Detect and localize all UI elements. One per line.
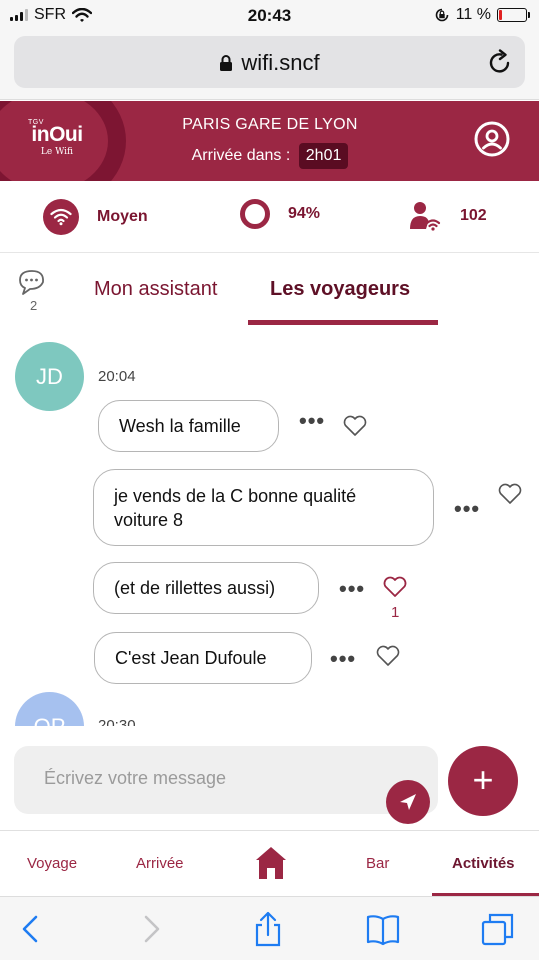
reload-icon[interactable] [487, 49, 513, 75]
nav-bar[interactable]: Bar [366, 855, 389, 872]
battery-level [499, 10, 502, 20]
message-bubble[interactable]: (et de rillettes aussi) [93, 562, 319, 614]
back-icon[interactable] [14, 911, 50, 947]
avatar[interactable]: OP [15, 692, 84, 726]
more-options-icon[interactable]: ••• [330, 646, 356, 672]
battery-icon [497, 8, 530, 22]
browser-url-area: wifi.sncf [0, 32, 539, 100]
like-count: 1 [391, 604, 400, 621]
address-display: wifi.sncf [14, 50, 525, 76]
message-time: 20:04 [98, 368, 136, 385]
message-bubble[interactable]: je vends de la C bonne qualité voiture 8 [93, 469, 434, 546]
send-button[interactable] [386, 780, 430, 824]
message-bubble[interactable]: Wesh la famille [98, 400, 279, 452]
journey-progress: 94% [288, 205, 321, 222]
add-button[interactable]: + [448, 746, 518, 816]
status-right: 11 % [434, 6, 530, 24]
address-bar[interactable]: wifi.sncf [14, 36, 525, 88]
browser-toolbar [0, 896, 539, 960]
train-header: TGV inOui Le Wifi PARIS GARE DE LYON Arr… [0, 101, 539, 181]
share-icon[interactable] [250, 911, 286, 947]
message-composer: Écrivez votre message + [0, 726, 539, 830]
tab-travellers[interactable]: Les voyageurs [270, 278, 410, 301]
signal-stat: Moyen [43, 199, 148, 235]
message-input[interactable]: Écrivez votre message [14, 746, 438, 824]
forward-icon[interactable] [134, 911, 170, 947]
like-icon[interactable] [342, 414, 368, 438]
like-icon[interactable] [375, 644, 401, 668]
wifi-signal-icon [43, 199, 79, 235]
progress-stat: 94% [240, 199, 320, 229]
arrival-time-badge: 2h01 [298, 143, 349, 169]
like-icon[interactable] [382, 575, 408, 599]
active-tab-indicator [248, 320, 438, 325]
lock-icon [220, 55, 233, 71]
like-icon[interactable] [497, 482, 523, 506]
user-circle-icon[interactable] [474, 121, 510, 157]
connected-users-icon [410, 202, 441, 231]
logo-subtitle: Le Wifi [40, 147, 74, 157]
message-line: je vends de la C bonne qualité [114, 486, 357, 506]
chat-bubble-icon[interactable] [16, 268, 54, 298]
signal-quality: Moyen [97, 208, 148, 225]
connected-users-count: 102 [460, 207, 487, 224]
nav-activites[interactable]: Activités [452, 855, 515, 872]
battery-percent: 11 % [455, 6, 491, 23]
destination-station: PARIS GARE DE LYON [182, 116, 358, 133]
more-options-icon[interactable]: ••• [299, 408, 325, 434]
inoui-logo[interactable]: TGV inOui Le Wifi [22, 119, 92, 157]
url-text: wifi.sncf [241, 50, 320, 75]
status-bar: SFR 20:43 11 % [0, 0, 539, 32]
bottom-nav: Voyage Arrivée Bar Activités [0, 830, 539, 897]
more-options-icon[interactable]: ••• [454, 496, 480, 522]
logo-brand: inOui [31, 123, 83, 146]
connection-stats: Moyen 94% 102 [0, 181, 539, 253]
home-icon[interactable] [254, 845, 288, 881]
arrival-label: Arrivée dans : [191, 147, 291, 164]
more-options-icon[interactable]: ••• [339, 576, 365, 602]
tab-my-assistant[interactable]: Mon assistant [94, 278, 217, 301]
avatar[interactable]: JD [15, 342, 84, 411]
message-bubble[interactable]: C'est Jean Dufoule [94, 632, 312, 684]
rotation-lock-icon [435, 8, 449, 22]
bookmarks-icon[interactable] [365, 911, 401, 947]
send-icon [400, 794, 416, 810]
journey-progress-icon [240, 199, 270, 229]
chat-feed[interactable]: JD 20:04 Wesh la famille ••• je vends de… [0, 326, 539, 726]
nav-arrivee[interactable]: Arrivée [136, 855, 184, 872]
tabs-icon[interactable] [480, 911, 516, 947]
message-time: 20:30 [98, 717, 136, 726]
arrival-row: Arrivée dans : 2h01 [140, 143, 400, 169]
message-line: voiture 8 [114, 510, 184, 530]
chat-tabs: 2 Mon assistant Les voyageurs [0, 254, 539, 326]
chat-count: 2 [30, 298, 38, 313]
message-placeholder: Écrivez votre message [44, 768, 227, 788]
nav-voyage[interactable]: Voyage [27, 855, 77, 872]
users-stat: 102 [408, 199, 487, 233]
